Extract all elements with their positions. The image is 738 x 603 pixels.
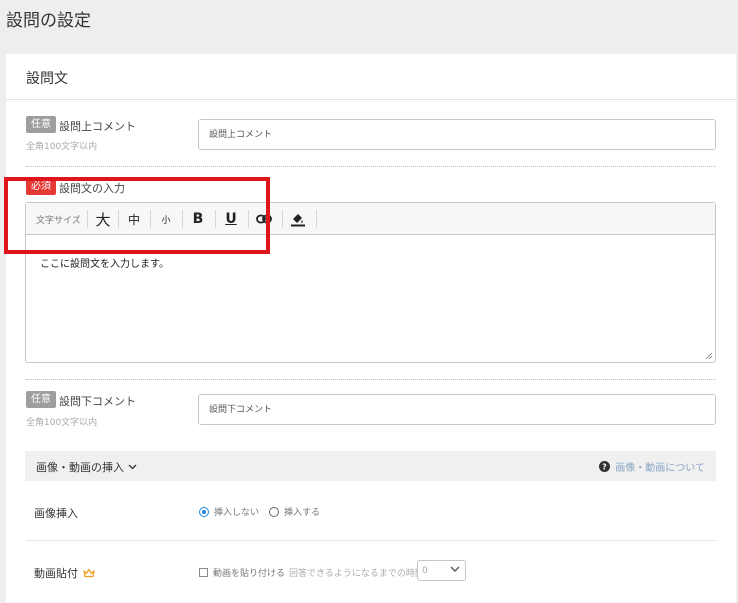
crown-icon <box>83 568 95 578</box>
media-insert-toggle-label: 画像・動画の挿入 <box>36 461 124 474</box>
media-help-text[interactable]: 画像・動画について <box>615 459 705 474</box>
video-embed-label: 動画貼付 <box>34 567 78 580</box>
help-icon: ? <box>599 461 611 472</box>
bottom-comment-input[interactable] <box>198 394 716 425</box>
radio-selected-icon <box>199 506 209 517</box>
toolbar-separator <box>282 210 283 228</box>
question-settings-card: 設問文 任意 設問上コメント 全角100文字以内 必須 設問文の入力 文字サイズ… <box>6 54 736 603</box>
question-text-editor-area[interactable]: ここに設問文を入力します。 <box>26 236 715 362</box>
divider <box>26 540 716 541</box>
top-comment-input[interactable] <box>198 119 716 150</box>
section-divider <box>6 99 736 100</box>
image-insert-none-radio[interactable]: 挿入しない <box>199 505 259 518</box>
optional-badge: 任意 <box>26 391 56 408</box>
image-insert-yes-radio[interactable]: 挿入する <box>269 505 320 518</box>
page-title: 設問の設定 <box>6 11 91 31</box>
divider <box>26 166 716 167</box>
chevron-down-icon <box>450 566 460 572</box>
svg-text:?: ? <box>602 462 607 471</box>
top-comment-label: 設問上コメント <box>59 120 136 133</box>
checkbox-icon <box>199 568 208 577</box>
video-embed-row-label: 動画貼付 <box>34 565 95 581</box>
wait-time-select[interactable]: 0 <box>417 560 466 581</box>
radio-unselected-icon <box>269 506 279 517</box>
bottom-comment-label: 設問下コメント <box>59 395 136 408</box>
divider <box>26 379 716 380</box>
media-insert-toggle[interactable]: 画像・動画の挿入 <box>36 459 137 475</box>
image-insert-label: 画像挿入 <box>34 507 78 520</box>
radio-label: 挿入しない <box>214 508 260 518</box>
section-title: 設問文 <box>26 71 68 87</box>
media-help-link[interactable]: ? 画像・動画について <box>599 459 705 474</box>
optional-badge: 任意 <box>26 116 56 133</box>
video-embed-checkbox[interactable]: 動画を貼り付ける <box>199 566 285 579</box>
bottom-comment-hint: 全角100文字以内 <box>26 418 98 428</box>
top-comment-hint: 全角100文字以内 <box>26 142 98 152</box>
wait-time-value: 0 <box>422 565 428 576</box>
chevron-down-icon <box>128 464 137 470</box>
highlight-annotation <box>4 177 270 254</box>
checkbox-label: 動画を貼り付ける <box>213 569 286 579</box>
resize-handle-icon[interactable] <box>705 352 713 360</box>
question-text-content[interactable]: ここに設問文を入力します。 <box>40 255 169 270</box>
wait-time-label: 回答できるようになるまでの時間 <box>289 569 424 579</box>
fill-color-icon <box>291 214 305 227</box>
radio-label: 挿入する <box>284 508 321 518</box>
media-insert-bar: 画像・動画の挿入 ? 画像・動画について <box>25 451 716 481</box>
highlight-color-button[interactable] <box>284 203 312 235</box>
toolbar-separator <box>316 210 317 228</box>
